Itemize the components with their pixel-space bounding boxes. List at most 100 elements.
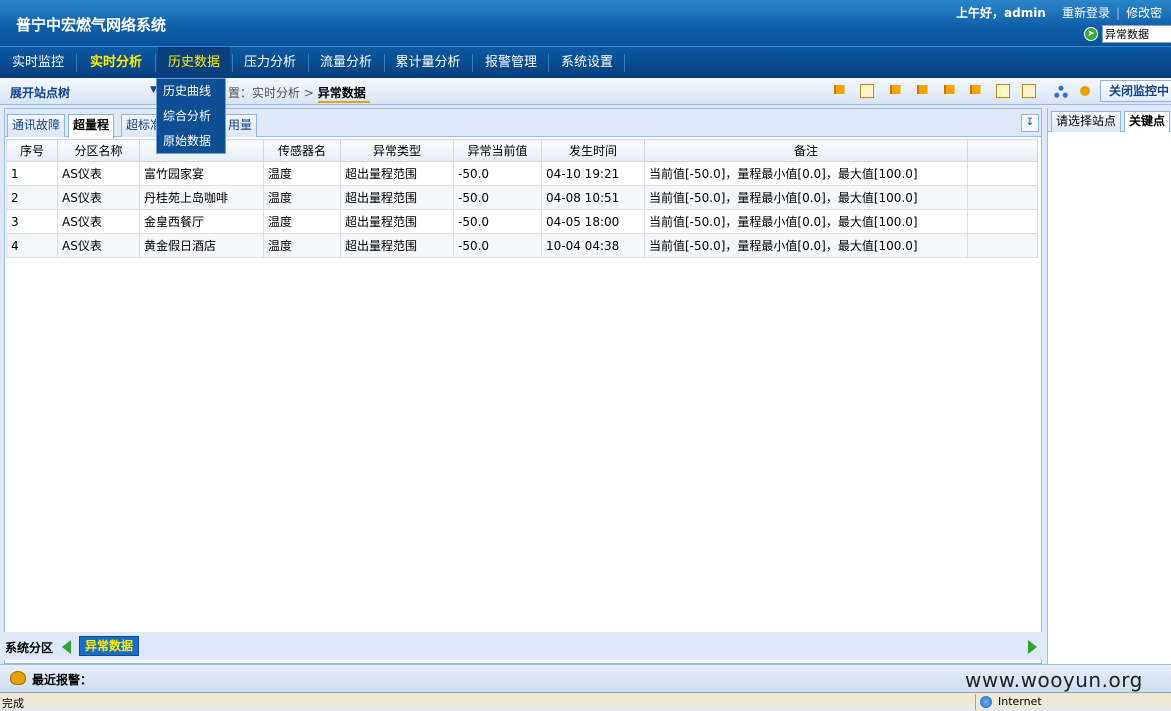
flag-icon[interactable] xyxy=(890,85,904,94)
cell-time: 04-10 19:21 xyxy=(541,161,645,186)
cell-index: 3 xyxy=(6,209,58,234)
col-header-remark[interactable]: 备注 xyxy=(644,139,968,162)
cell-sensor: 温度 xyxy=(263,233,341,258)
col-header-time[interactable]: 发生时间 xyxy=(541,139,645,162)
cell-remark: 当前值[-50.0]，量程最小值[0.0]，最大值[100.0] xyxy=(644,209,968,234)
breadcrumb-underline xyxy=(318,101,370,103)
nav-separator xyxy=(155,54,156,72)
table-row[interactable]: 3 AS仪表 金皇西餐厅 温度 超出量程范围 -50.0 04-05 18:00… xyxy=(6,209,1038,234)
anomaly-table: 序号 分区名称 传感器名 异常类型 异常当前值 发生时间 备注 1 AS仪表 富… xyxy=(6,139,1038,258)
main-nav: 实时监控 实时分析 历史数据 压力分析 流量分析 累计量分析 报警管理 系统设置 xyxy=(0,46,1171,78)
nav-history-data[interactable]: 历史数据 xyxy=(158,47,230,78)
cell-current-value: -50.0 xyxy=(453,161,542,186)
cell-current-value: -50.0 xyxy=(453,209,542,234)
cell-remark: 当前值[-50.0]，量程最小值[0.0]，最大值[100.0] xyxy=(644,185,968,210)
scroll-right-icon[interactable] xyxy=(1028,640,1037,654)
cell-index: 1 xyxy=(6,161,58,186)
cell-anomaly-type: 超出量程范围 xyxy=(340,233,454,258)
breadcrumb: 置：实时分析 > 异常数据 xyxy=(228,84,366,101)
expand-tree-label[interactable]: 展开站点树 xyxy=(10,84,70,101)
menu-item-raw-data[interactable]: 原始数据 xyxy=(157,129,225,154)
watermark-text: www.wooyun.org xyxy=(965,668,1143,692)
header-search: ➤ xyxy=(1084,25,1171,43)
cell-anomaly-type: 超出量程范围 xyxy=(340,185,454,210)
nav-alarm-management[interactable]: 报警管理 xyxy=(476,47,546,78)
document-search-icon[interactable] xyxy=(1022,84,1036,98)
cell-remark: 当前值[-50.0]，量程最小值[0.0]，最大值[100.0] xyxy=(644,161,968,186)
tab-key-points[interactable]: 关键点 xyxy=(1124,111,1171,132)
nav-cumulative-analysis[interactable]: 累计量分析 xyxy=(388,47,468,78)
nav-separator xyxy=(384,54,385,72)
change-password-link[interactable]: 修改密 xyxy=(1126,6,1162,20)
table-row[interactable]: 2 AS仪表 丹桂苑上岛咖啡 温度 超出量程范围 -50.0 04-08 10:… xyxy=(6,185,1038,210)
right-panel: 请选择站点 关键点 xyxy=(1047,108,1171,664)
cell-anomaly-type: 超出量程范围 xyxy=(340,209,454,234)
cell-anomaly-type: 超出量程范围 xyxy=(340,161,454,186)
flag-icon[interactable] xyxy=(970,85,984,94)
cell-time: 04-05 18:00 xyxy=(541,209,645,234)
tab-usage[interactable]: 用量 xyxy=(223,114,258,137)
cell-time: 10-04 04:38 xyxy=(541,233,645,258)
flag-icon[interactable] xyxy=(944,85,958,94)
search-doc-icon[interactable] xyxy=(860,84,874,98)
link-separator: | xyxy=(1116,6,1121,20)
col-header-anomaly-type[interactable]: 异常类型 xyxy=(340,139,454,162)
header-links: 重新登录 | 修改密 xyxy=(1062,4,1162,21)
scroll-left-icon[interactable] xyxy=(62,640,71,654)
col-header-filler xyxy=(967,139,1038,162)
cell-sensor: 温度 xyxy=(263,185,341,210)
nav-separator xyxy=(232,54,233,72)
nav-flow-analysis[interactable]: 流量分析 xyxy=(312,47,380,78)
nav-system-settings[interactable]: 系统设置 xyxy=(552,47,622,78)
cell-current-value: -50.0 xyxy=(453,185,542,210)
menu-item-comprehensive-analysis[interactable]: 综合分析 xyxy=(157,104,225,129)
relogin-link[interactable]: 重新登录 xyxy=(1062,6,1110,20)
cell-current-value: -50.0 xyxy=(453,233,542,258)
tab-comm-fault[interactable]: 通讯故障 xyxy=(7,114,66,137)
nav-pressure-analysis[interactable]: 压力分析 xyxy=(236,47,304,78)
globe-icon xyxy=(980,696,992,708)
tab-select-station[interactable]: 请选择站点 xyxy=(1051,111,1122,132)
document-icon[interactable] xyxy=(996,84,1010,98)
table-row[interactable]: 1 AS仪表 富竹园家宴 温度 超出量程范围 -50.0 04-10 19:21… xyxy=(6,161,1038,186)
key-icon[interactable] xyxy=(1080,86,1090,96)
nav-separator xyxy=(308,54,309,72)
system-zone-label: 系统分区 xyxy=(5,641,54,655)
greeting-text: 上午好，admin xyxy=(956,6,1046,20)
flag-icon[interactable] xyxy=(834,85,848,94)
export-icon[interactable]: ↧ xyxy=(1021,114,1039,132)
col-header-index[interactable]: 序号 xyxy=(6,139,58,162)
cell-zone: AS仪表 xyxy=(57,233,140,258)
flag-icon[interactable] xyxy=(917,85,931,94)
cell-zone: AS仪表 xyxy=(57,161,140,186)
col-header-current-value[interactable]: 异常当前值 xyxy=(453,139,542,162)
tab-over-standard[interactable]: 超标准 xyxy=(121,114,161,137)
bottom-tab-anomaly-data[interactable]: 异常数据 xyxy=(79,636,140,656)
bottom-tab-strip: 系统分区 异常数据 xyxy=(0,632,1042,660)
breadcrumb-current: 异常数据 xyxy=(317,86,366,100)
close-monitor-button[interactable]: 关闭监控中 xyxy=(1100,80,1171,102)
breadcrumb-prefix: 置：实时分析 > xyxy=(228,86,314,100)
go-icon[interactable]: ➤ xyxy=(1084,27,1098,41)
hierarchy-icon[interactable] xyxy=(1054,84,1068,98)
table-row[interactable]: 4 AS仪表 黄金假日酒店 温度 超出量程范围 -50.0 10-04 04:3… xyxy=(6,233,1038,258)
search-input[interactable] xyxy=(1102,25,1171,43)
zone-text: Internet xyxy=(998,695,1042,708)
nav-realtime-analysis[interactable]: 实时分析 xyxy=(80,47,152,78)
cell-zone: AS仪表 xyxy=(57,185,140,210)
recent-alarm-label: 最近报警： xyxy=(32,673,93,687)
tab-over-range[interactable]: 超量程 xyxy=(68,114,115,138)
nav-separator xyxy=(548,54,549,72)
nav-separator xyxy=(76,54,77,72)
cell-sensor: 温度 xyxy=(263,161,341,186)
cell-filler xyxy=(967,233,1038,258)
cell-zone: AS仪表 xyxy=(57,209,140,234)
app-title: 普宁中宏燃气网络系统 xyxy=(16,16,167,34)
col-header-zone[interactable]: 分区名称 xyxy=(57,139,140,162)
nav-realtime-monitor[interactable]: 实时监控 xyxy=(4,47,72,78)
menu-item-history-curve[interactable]: 历史曲线 xyxy=(157,79,225,104)
cell-station: 黄金假日酒店 xyxy=(139,233,264,258)
col-header-sensor[interactable]: 传感器名 xyxy=(263,139,341,162)
cell-filler xyxy=(967,161,1038,186)
cell-remark: 当前值[-50.0]，量程最小值[0.0]，最大值[100.0] xyxy=(644,233,968,258)
